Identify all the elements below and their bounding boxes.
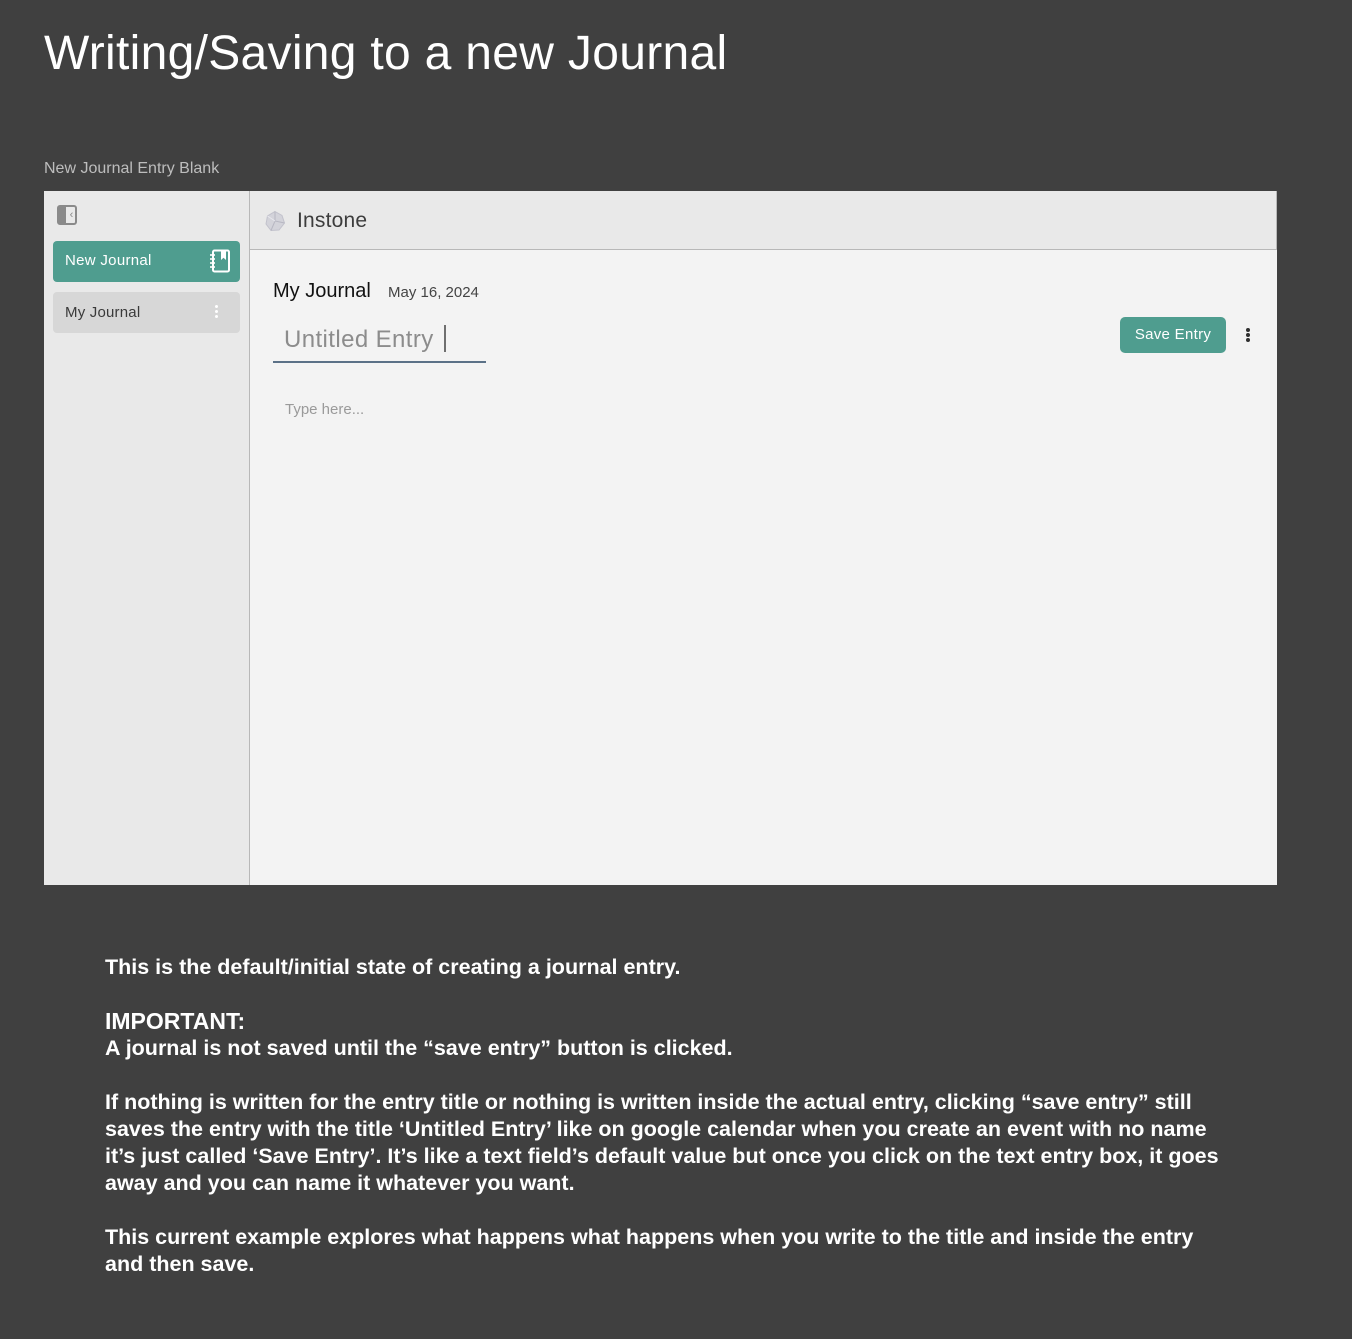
entry-date: May 16, 2024: [388, 284, 479, 301]
text-caret: [443, 325, 446, 353]
top-bar: Instone: [250, 191, 1277, 250]
important-text: A journal is not saved until the “save e…: [105, 1036, 733, 1060]
important-heading: IMPORTANT:: [105, 1008, 246, 1034]
entry-title-value: Untitled Entry: [284, 326, 434, 353]
journal-name: My Journal: [273, 280, 371, 302]
frame-label: New Journal Entry Blank: [44, 160, 220, 177]
note-paragraph: This current example explores what happe…: [105, 1225, 1194, 1276]
more-options-icon[interactable]: [1245, 328, 1251, 344]
sidebar-collapse-icon[interactable]: ‹: [57, 205, 77, 225]
sidebar-item-my-journal[interactable]: My Journal: [53, 292, 240, 333]
instone-logo-icon: [265, 210, 286, 232]
note-paragraph: If nothing is written for the entry titl…: [105, 1090, 1219, 1195]
main-panel: Instone My Journal May 16, 2024 Untitled…: [250, 191, 1277, 885]
app-frame: ‹ New Journal My Journal Instone My Jour…: [44, 191, 1277, 885]
save-entry-button[interactable]: Save Entry: [1120, 317, 1226, 353]
note-line: This is the default/initial state of cre…: [105, 955, 681, 979]
note-important: IMPORTANT: A journal is not saved until …: [105, 1008, 1235, 1062]
entry-title-input[interactable]: Untitled Entry: [273, 316, 486, 363]
kebab-menu-icon[interactable]: [214, 305, 218, 321]
annotation-notes: This is the default/initial state of cre…: [105, 954, 1235, 1305]
sidebar: ‹ New Journal My Journal: [44, 191, 250, 885]
sidebar-item-label: My Journal: [65, 304, 141, 321]
entry-body-input[interactable]: Type here...: [273, 389, 1254, 865]
new-journal-button[interactable]: New Journal: [53, 241, 240, 282]
entry-body-placeholder: Type here...: [285, 401, 365, 418]
new-journal-label: New Journal: [65, 252, 152, 269]
notebook-icon: [210, 249, 230, 273]
page-title: Writing/Saving to a new Journal: [44, 27, 728, 80]
app-name: Instone: [297, 209, 368, 232]
